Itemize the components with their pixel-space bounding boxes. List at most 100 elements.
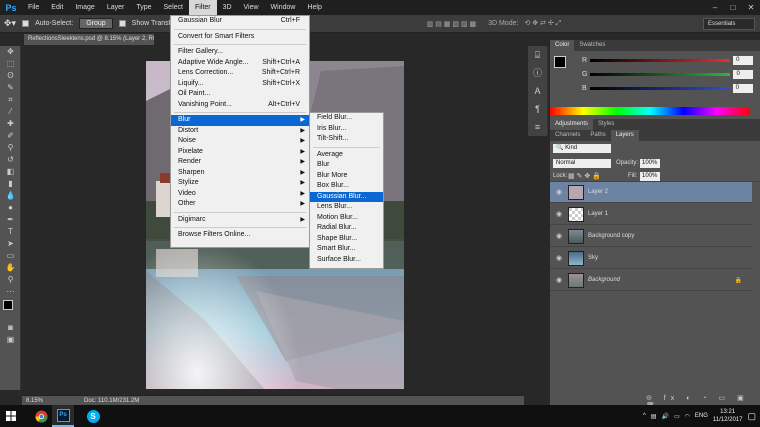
- layer-filter-dropdown[interactable]: 🔍 Kind: [553, 144, 611, 153]
- filter-menu-item-noise[interactable]: Noise ▶: [171, 136, 309, 147]
- blur-menu-item-motion-blur[interactable]: Motion Blur...: [310, 213, 383, 224]
- visibility-eye-icon[interactable]: ◉: [550, 276, 568, 284]
- visibility-eye-icon[interactable]: ◉: [550, 210, 568, 218]
- tab-adjustments[interactable]: Adjustments: [550, 119, 594, 130]
- move-tool-icon[interactable]: ✥▾: [4, 18, 16, 29]
- skype-icon[interactable]: S: [82, 405, 104, 427]
- network-icon[interactable]: ▤: [651, 413, 657, 420]
- filter-menu-item-render[interactable]: Render ▶: [171, 157, 309, 168]
- adjust-icon[interactable]: ≡: [528, 118, 547, 136]
- layer-row[interactable]: ◉ Layer 1: [550, 204, 752, 225]
- blur-menu-item-box-blur[interactable]: Box Blur...: [310, 181, 383, 192]
- brush-tool-icon[interactable]: ✐: [0, 130, 21, 142]
- menu-edit[interactable]: Edit: [45, 0, 69, 15]
- blur-menu-item-smart-blur[interactable]: Smart Blur...: [310, 244, 383, 255]
- channel-value-field[interactable]: 0: [732, 83, 753, 93]
- filter-menu-item-other[interactable]: Other ▶: [171, 199, 309, 210]
- menu-image[interactable]: Image: [69, 0, 100, 15]
- dodge-tool-icon[interactable]: ●: [0, 202, 21, 214]
- menu-type[interactable]: Type: [130, 0, 157, 15]
- battery-icon[interactable]: ▭: [674, 413, 680, 420]
- channel-slider[interactable]: [590, 58, 731, 62]
- quick-select-tool-icon[interactable]: ✎: [0, 82, 21, 94]
- filter-menu-item-distort[interactable]: Distort ▶: [171, 126, 309, 137]
- layer-row[interactable]: ◉ Layer 2: [550, 182, 752, 203]
- blur-menu-item-shape-blur[interactable]: Shape Blur...: [310, 234, 383, 245]
- blur-menu-item-blur[interactable]: Blur: [310, 160, 383, 171]
- channel-slider[interactable]: [590, 72, 731, 76]
- healing-tool-icon[interactable]: ✚: [0, 118, 21, 130]
- layer-name[interactable]: Background copy: [588, 233, 634, 239]
- hand-tool-icon[interactable]: ✋: [0, 262, 21, 274]
- channel-value-field[interactable]: 0: [733, 55, 754, 65]
- blur-menu-item-blur-more[interactable]: Blur More: [310, 171, 383, 182]
- filter-menu-item-vanishing-point[interactable]: Vanishing Point... Alt+Ctrl+V: [171, 100, 309, 111]
- menu-3d[interactable]: 3D: [217, 0, 238, 15]
- menu-filter[interactable]: Filter: [188, 0, 217, 15]
- filter-menu-item-pixelate[interactable]: Pixelate ▶: [171, 147, 309, 158]
- blur-menu-item-tilt-shift[interactable]: Tilt-Shift...: [310, 134, 383, 145]
- history-icon[interactable]: ⌸: [528, 46, 547, 64]
- layer-row[interactable]: ◉ Sky: [550, 248, 752, 269]
- wifi-icon[interactable]: ◠: [685, 413, 690, 420]
- shape-tool-icon[interactable]: ▭: [0, 250, 21, 262]
- layer-name[interactable]: Sky: [588, 255, 598, 261]
- channel-slider[interactable]: [589, 86, 730, 90]
- autoselect-checkbox[interactable]: [22, 20, 30, 27]
- blend-mode-dropdown[interactable]: Normal: [553, 159, 611, 168]
- history-brush-tool-icon[interactable]: ↺: [0, 154, 21, 166]
- chrome-icon[interactable]: [30, 405, 52, 427]
- menu-view[interactable]: View: [238, 0, 265, 15]
- tab-layers[interactable]: Layers: [610, 130, 639, 141]
- visibility-eye-icon[interactable]: ◉: [550, 188, 568, 196]
- filter-menu-item-convert-for-smart-filters[interactable]: Convert for Smart Filters: [171, 32, 309, 43]
- layer-row[interactable]: ◉ Background copy: [550, 226, 752, 247]
- filter-menu-item-filter-gallery[interactable]: Filter Gallery...: [171, 47, 309, 58]
- layer-name[interactable]: Background: [588, 277, 620, 283]
- screen-mode-icon[interactable]: ▣: [0, 334, 21, 346]
- photoshop-taskbar-icon[interactable]: Ps: [52, 405, 74, 427]
- color-swatches[interactable]: [0, 298, 20, 322]
- menu-file[interactable]: File: [22, 0, 45, 15]
- language-indicator[interactable]: ENG: [695, 413, 708, 419]
- blur-menu-item-radial-blur[interactable]: Radial Blur...: [310, 223, 383, 234]
- tab-channels[interactable]: Channels: [550, 130, 585, 141]
- filter-menu-item-browse-filters-online[interactable]: Browse Filters Online...: [171, 230, 309, 241]
- menu-select[interactable]: Select: [158, 0, 189, 15]
- workspace-dropdown[interactable]: Essentials: [703, 18, 755, 30]
- menu-layer[interactable]: Layer: [101, 0, 131, 15]
- blur-menu-item-iris-blur[interactable]: Iris Blur...: [310, 124, 383, 135]
- fill-field[interactable]: 100%: [640, 172, 660, 181]
- filter-menu-item-liquify[interactable]: Liquify... Shift+Ctrl+X: [171, 79, 309, 90]
- layer-row[interactable]: ◉ Background 🔒: [550, 270, 752, 291]
- blur-menu-item-gaussian-blur[interactable]: Gaussian Blur...: [310, 191, 383, 202]
- character-icon[interactable]: A: [528, 82, 547, 100]
- tab-swatches[interactable]: Swatches: [574, 40, 610, 51]
- color-channel-g[interactable]: G0: [550, 67, 754, 81]
- eyedropper-tool-icon[interactable]: ⁄: [0, 106, 21, 118]
- zoom-tool-icon[interactable]: ⚲: [0, 274, 21, 286]
- filter-menu-item-lens-correction[interactable]: Lens Correction... Shift+Ctrl+R: [171, 68, 309, 79]
- blur-menu-item-average[interactable]: Average: [310, 150, 383, 161]
- type-tool-icon[interactable]: T: [0, 226, 21, 238]
- blur-menu-item-surface-blur[interactable]: Surface Blur...: [310, 255, 383, 266]
- move-tool-icon[interactable]: ✥: [0, 46, 21, 58]
- blur-tool-icon[interactable]: 💧: [0, 190, 21, 202]
- filter-menu-item-video[interactable]: Video ▶: [171, 189, 309, 200]
- paragraph-icon[interactable]: ¶: [528, 100, 547, 118]
- visibility-eye-icon[interactable]: ◉: [550, 254, 568, 262]
- visibility-eye-icon[interactable]: ◉: [550, 232, 568, 240]
- color-channel-b[interactable]: B0: [550, 81, 753, 95]
- filter-menu-item-gaussian-blur[interactable]: Gaussian Blur Ctrl+F: [171, 16, 309, 27]
- close-button[interactable]: ✕: [742, 0, 760, 15]
- notification-icon[interactable]: ▢: [747, 411, 756, 422]
- autoselect-dropdown[interactable]: Group: [79, 18, 113, 29]
- eraser-tool-icon[interactable]: ◧: [0, 166, 21, 178]
- lock-icons[interactable]: ▦ ✎ ✥ 🔒: [568, 172, 601, 180]
- 3d-icons[interactable]: ⟲ ✥ ⇄ ✢ ⤢: [524, 19, 561, 28]
- document-tab[interactable]: ReflectionsSleeklens.psd @ 8.15% (Layer …: [24, 34, 154, 45]
- clone-stamp-tool-icon[interactable]: ⚲: [0, 142, 21, 154]
- properties-icon[interactable]: ⓘ: [528, 64, 547, 82]
- opacity-field[interactable]: 100%: [640, 159, 660, 168]
- align-icons[interactable]: ▥ ▤ ▦ ▧ ▨ ▩: [427, 20, 476, 28]
